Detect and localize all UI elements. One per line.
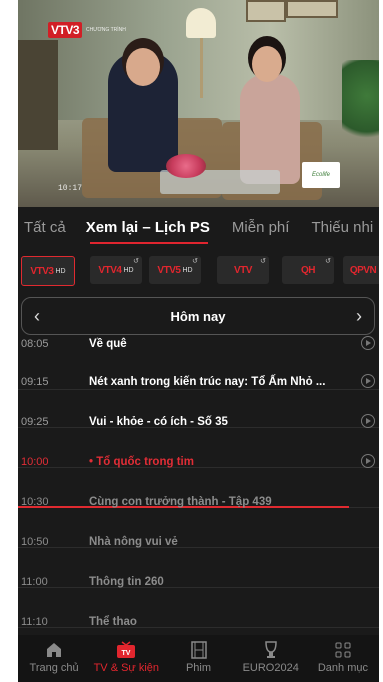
program-title: Vui - khỏe - có ích - Số 35 [89,416,228,428]
channel-name: VTV3 [30,265,54,277]
tv-icon: TV [116,640,136,660]
program-title: Cùng con trưởng thành - Tập 439 [89,496,272,508]
play-icon[interactable] [361,336,375,350]
nav-tv-events[interactable]: TV TV & Sự kiện [90,635,162,682]
grid-icon [335,640,351,660]
video-scene-frame [286,0,338,18]
channel-name: QPVN [349,264,377,276]
channel-hd-label: HD [182,266,193,274]
replay-icon: ↺ [133,258,139,265]
program-title: • Tổ quốc trong tim [89,456,194,468]
svg-text:TV: TV [122,650,131,657]
tab-all[interactable]: Tất cả [24,209,66,236]
channel-qpvn[interactable]: QPVN [343,256,379,284]
video-scene-lamp [186,8,216,38]
play-icon[interactable] [361,454,375,468]
nav-categories[interactable]: Danh mục [307,635,379,682]
channel-qh[interactable]: ↺ QH [282,256,334,284]
channel-vtv5[interactable]: ↺ VTV5 HD [149,256,201,284]
nav-label: TV & Sự kiện [93,662,160,674]
program-title: Thông tin 260 [89,576,164,588]
play-icon[interactable] [361,414,375,428]
channel-vtv4[interactable]: ↺ VTV4 HD [90,256,142,284]
replay-icon: ↺ [325,258,331,265]
program-title: Thể thao [89,616,137,628]
video-timestamp: 10:17 [58,184,83,193]
nav-label: Danh mục [317,662,368,674]
channel-logo: VTV3 [48,22,83,38]
channel-vtv[interactable]: ↺ VTV [217,256,269,284]
program-time: 09:15 [21,376,49,388]
home-icon [45,640,63,660]
video-scene-shelf [18,40,58,150]
program-time: 11:10 [21,616,48,628]
day-label: Hôm nay [170,308,226,324]
sponsor-badge-text: Ecolife [311,172,330,178]
channel-name: VTV [234,264,252,276]
play-icon[interactable] [361,374,375,388]
program-time: 10:30 [21,496,49,508]
replay-icon: ↺ [260,258,266,265]
schedule-row[interactable]: 11:10 Thể thao [18,609,379,635]
video-scene-lamp-stem [200,38,203,98]
channel-vtv3[interactable]: VTV3 HD [21,256,75,286]
day-selector: ‹ Hôm nay › [21,297,375,335]
tab-replay-schedule[interactable]: Xem lại – Lịch PS [86,209,210,236]
trophy-icon [263,640,279,660]
tab-free[interactable]: Miễn phí [232,209,290,236]
app-screen: VTV3 CHƯƠNG TRÌNH 10:17 Ecolife Tất cả X… [18,0,379,682]
video-scene-plant [342,60,379,150]
program-time: 10:50 [21,536,49,548]
chevron-left-icon[interactable]: ‹ [34,306,40,327]
channel-logo-subtitle: CHƯƠNG TRÌNH [86,27,126,33]
nav-label: Trang chủ [29,662,79,674]
program-time: 11:00 [21,576,48,588]
program-title: Về quê [89,338,127,350]
chevron-right-icon[interactable]: › [356,306,362,327]
channel-name: QH [301,264,316,276]
channel-hd-label: HD [123,266,134,274]
nav-euro2024[interactable]: EURO2024 [235,635,307,682]
program-title: Nhà nông vui vẻ [89,536,178,548]
channel-name: VTV4 [98,264,122,276]
program-time: 08:05 [21,338,49,350]
video-scene-host-head [126,48,160,86]
channel-logo-overlay: VTV3 CHƯƠNG TRÌNH [48,22,126,38]
video-scene-flowers [166,154,206,178]
channel-name: VTV5 [157,264,181,276]
replay-icon: ↺ [192,258,198,265]
sponsor-badge: Ecolife [302,162,340,188]
tab-kids[interactable]: Thiếu nhi [311,209,373,236]
program-time: 09:25 [21,416,49,428]
video-scene-guest-head [252,46,282,82]
film-icon [190,640,207,660]
video-scene-guest [240,74,300,184]
nav-label: Phim [185,662,212,674]
nav-home[interactable]: Trang chủ [18,635,90,682]
active-tab-indicator [90,242,208,244]
nav-label: EURO2024 [242,662,299,674]
program-time: 10:00 [21,456,49,468]
video-player[interactable]: VTV3 CHƯƠNG TRÌNH 10:17 Ecolife [18,0,379,207]
channel-strip: VTV3 HD ↺ VTV4 HD ↺ VTV5 HD ↺ VTV ↺ QH QPVN [18,252,379,288]
channel-hd-label: HD [55,267,66,275]
nav-movies[interactable]: Phim [162,635,234,682]
video-scene-frame [246,0,286,22]
schedule-list: 08:05 Về quê 09:15 Nét xanh trong kiến t… [18,335,379,635]
bottom-nav: Trang chủ TV TV & Sự kiện Phim EURO2024 … [18,635,379,682]
program-title: Nét xanh trong kiến trúc nay: Tổ Ấm Nhỏ … [89,376,326,388]
